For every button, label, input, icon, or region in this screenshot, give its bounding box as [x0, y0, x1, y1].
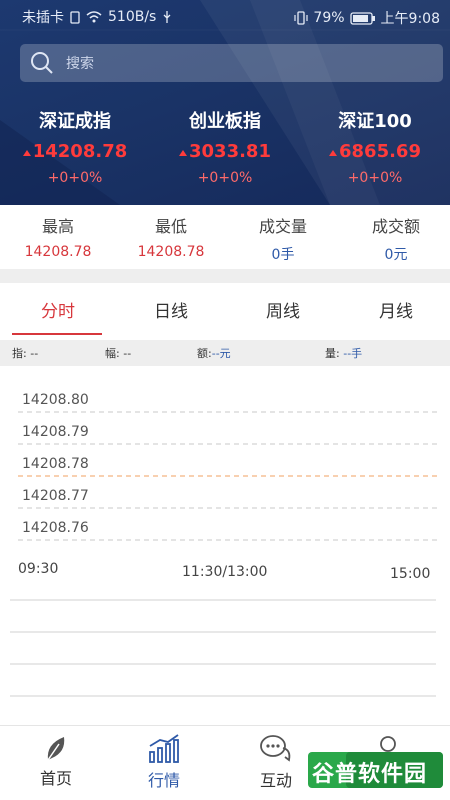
index-name: 深证成指	[39, 111, 111, 132]
info-value: --元	[211, 347, 231, 360]
stat-value: 0手	[271, 247, 295, 263]
stat-turnover: 成交额 0元	[340, 205, 450, 264]
search-placeholder: 搜索	[66, 56, 94, 72]
stat-volume: 成交量 0手	[227, 205, 339, 264]
index-card-shenzhen-component[interactable]: 深证成指 14208.78 +0+0%	[0, 100, 150, 186]
index-value-text: 14208.78	[32, 141, 128, 162]
tab-weekly[interactable]: 周线	[227, 297, 339, 322]
leaf-icon	[47, 737, 65, 761]
info-index: 指: --	[12, 345, 38, 361]
usb-icon	[163, 11, 171, 23]
x-tick-label: 15:00	[390, 566, 431, 582]
chat-icon	[260, 735, 291, 762]
battery-percent-text: 79%	[313, 10, 345, 26]
x-tick-label: 11:30/13:00	[182, 564, 268, 580]
battery-icon	[349, 11, 375, 25]
info-label: 量:	[325, 347, 340, 360]
stat-low: 最低 14208.78	[115, 205, 227, 260]
wifi-icon	[86, 11, 102, 23]
index-change: +0+0%	[197, 170, 253, 186]
nav-home[interactable]: 首页	[0, 734, 112, 789]
index-change: +0+0%	[347, 170, 403, 186]
info-volume: 量: --手	[325, 345, 362, 361]
index-value: 14208.78	[0, 141, 150, 162]
index-name: 深证100	[338, 111, 412, 132]
status-bar: 未插卡 510B/s 79% 上午9:08	[0, 0, 450, 34]
y-tick-label: 14208.78	[22, 456, 89, 472]
vibrate-icon	[294, 11, 309, 25]
up-arrow-icon	[179, 149, 187, 156]
clock-text: 上午9:08	[380, 11, 440, 27]
y-tick-label: 14208.80	[22, 392, 89, 408]
info-label: 指:	[12, 347, 27, 360]
index-name: 创业板指	[189, 111, 261, 132]
sim-icon	[70, 10, 80, 24]
stat-label: 成交量	[258, 217, 307, 236]
info-label: 幅:	[105, 347, 120, 360]
info-value: --	[123, 347, 132, 360]
search-input[interactable]: 搜索	[20, 44, 443, 82]
nav-label: 首页	[39, 769, 72, 788]
chart-icon	[149, 734, 179, 763]
stat-high: 最高 14208.78	[2, 205, 114, 260]
stat-value: 14208.78	[24, 244, 92, 260]
index-value: 3033.81	[150, 141, 300, 162]
index-value-text: 3033.81	[189, 141, 271, 162]
info-amount: 额:--元	[197, 345, 231, 361]
index-value-text: 6865.69	[339, 141, 421, 162]
active-tab-indicator	[12, 333, 102, 335]
stat-value: 14208.78	[137, 244, 205, 260]
tab-intraday[interactable]: 分时	[2, 297, 114, 322]
index-change: +0+0%	[47, 170, 103, 186]
nav-market[interactable]: 行情	[108, 734, 220, 791]
info-value: --手	[343, 347, 363, 360]
stat-label: 最低	[154, 217, 187, 236]
stat-label: 最高	[41, 217, 74, 236]
tab-monthly[interactable]: 月线	[340, 297, 450, 322]
up-arrow-icon	[329, 149, 337, 156]
info-label: 额:	[197, 347, 212, 360]
market-header: 未插卡 510B/s 79% 上午9:08 搜索 深证成指 14208.78 +…	[0, 0, 450, 205]
period-tabs: 分时 日线 周线 月线	[0, 283, 450, 336]
nav-label: 行情	[147, 771, 180, 790]
section-divider	[0, 269, 450, 283]
tab-daily[interactable]: 日线	[115, 297, 227, 322]
watermark-text: 谷普软件园	[312, 762, 428, 787]
stat-label: 成交额	[371, 217, 420, 236]
index-value: 6865.69	[300, 141, 450, 162]
y-tick-label: 14208.76	[22, 520, 89, 536]
info-amplitude: 幅: --	[105, 345, 131, 361]
stats-row: 最高 14208.78 最低 14208.78 成交量 0手 成交额 0元	[0, 205, 450, 269]
up-arrow-icon	[22, 149, 31, 156]
info-value: --	[30, 347, 39, 360]
intraday-chart[interactable]: 14208.80 14208.79 14208.78 14208.77 1420…	[0, 370, 450, 720]
y-tick-label: 14208.77	[22, 488, 89, 504]
index-summary: 深证成指 14208.78 +0+0% 创业板指 3033.81 +0+0% 深…	[0, 100, 450, 200]
watermark-logo: 谷普软件园	[308, 752, 443, 788]
chart-canvas	[10, 411, 438, 697]
x-tick-label: 09:30	[18, 561, 59, 577]
carrier-text: 未插卡	[22, 10, 64, 26]
index-card-chinext[interactable]: 创业板指 3033.81 +0+0%	[150, 100, 300, 186]
index-card-shenzhen-100[interactable]: 深证100 6865.69 +0+0%	[300, 100, 450, 186]
stat-value: 0元	[384, 247, 408, 263]
quote-info-bar: 指: -- 幅: -- 额:--元 量: --手	[0, 340, 450, 366]
search-icon	[31, 52, 53, 74]
y-tick-label: 14208.79	[22, 424, 89, 440]
network-speed-text: 510B/s	[108, 9, 157, 25]
